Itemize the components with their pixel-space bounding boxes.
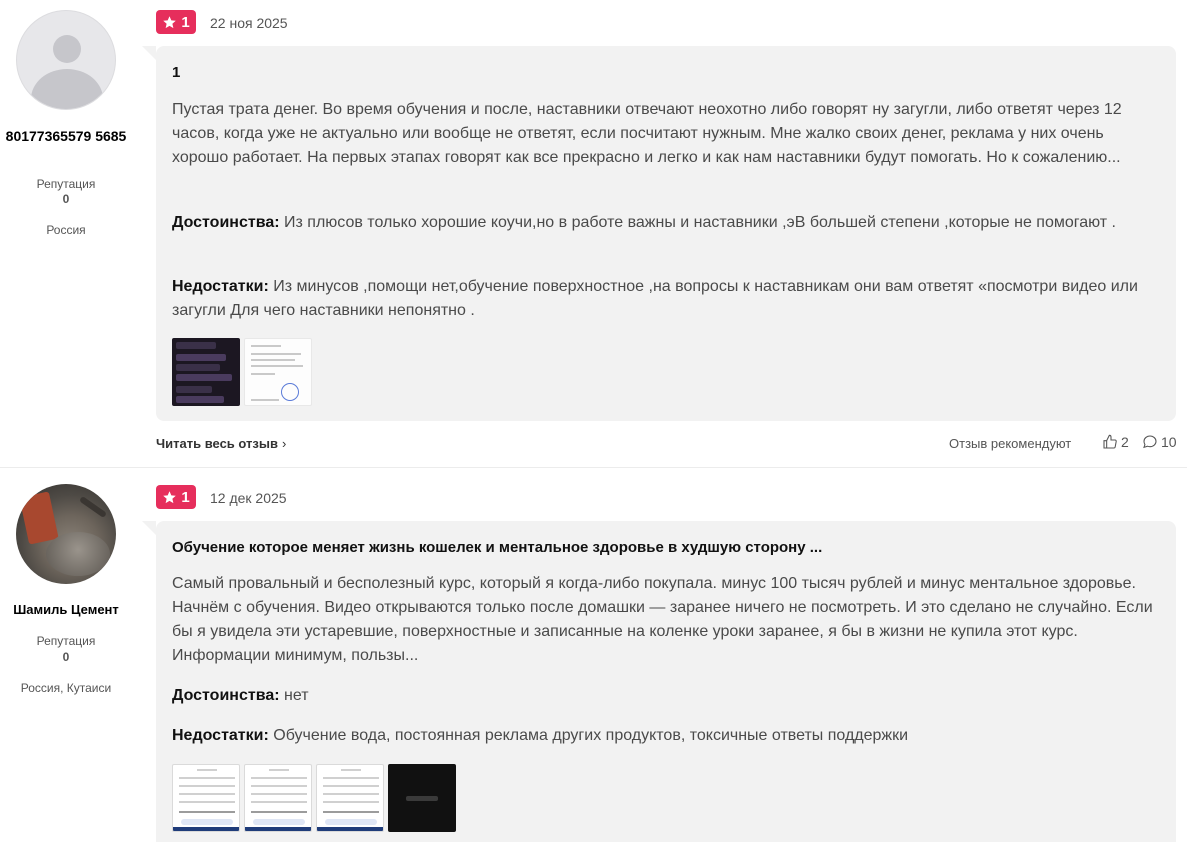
pros-text: Из плюсов только хорошие коучи,но в рабо…: [284, 214, 1116, 231]
like-button[interactable]: 2: [1102, 434, 1129, 450]
cons-text: Из минусов ,помощи нет,обучение поверхно…: [172, 278, 1138, 319]
review-title[interactable]: Обучение которое меняет жизнь кошелек и …: [172, 539, 822, 556]
avatar[interactable]: [16, 484, 116, 584]
review-card: 1 Пустая трата денег. Во время обучения …: [142, 46, 1176, 421]
review-item: 80177365579 5685 Репутация 0 Россия 1 22…: [0, 0, 1187, 467]
review-photo[interactable]: [244, 338, 312, 406]
read-full-review-link[interactable]: Читать весь отзыв ›: [156, 436, 286, 451]
recommend-label: Отзыв рекомендуют: [949, 436, 1072, 451]
review-body: Самый провальный и бесполезный курс, кот…: [172, 575, 1153, 664]
review-pros: Достоинства: Из плюсов только хорошие ко…: [172, 211, 1162, 235]
author-location: Россия: [46, 223, 86, 237]
author-location: Россия, Кутаиси: [20, 681, 112, 695]
review-card: Обучение которое меняет жизнь кошелек и …: [142, 521, 1176, 842]
reputation-label: Репутация: [36, 634, 96, 648]
cons-text: Обучение вода, постоянная реклама других…: [273, 727, 909, 744]
review-title[interactable]: 1: [172, 64, 180, 81]
cons-label: Недостатки:: [172, 727, 269, 744]
reputation-value: 0: [62, 192, 70, 206]
review-photo[interactable]: [388, 764, 456, 832]
avatar[interactable]: [16, 10, 116, 110]
chevron-right-icon: ›: [281, 436, 287, 451]
rating-badge: 1: [156, 10, 196, 34]
likes-count: 2: [1121, 434, 1129, 450]
reputation-value: 0: [62, 650, 70, 664]
review-date: 12 дек 2025: [210, 490, 287, 506]
rating-value: 1: [181, 488, 190, 506]
review-date: 22 ноя 2025: [210, 15, 288, 31]
rating-badge: 1: [156, 485, 196, 509]
cons-label: Недостатки:: [172, 278, 269, 295]
review-cons: Недостатки: Обучение вода, постоянная ре…: [172, 724, 1162, 748]
thumbs-up-icon: [1103, 434, 1117, 449]
review-item: Шамиль Цемент Репутация 0 Россия, Кутаис…: [0, 467, 1187, 842]
review-photos: [172, 338, 312, 406]
review-cons: Недостатки: Из минусов ,помощи нет,обуче…: [172, 275, 1162, 323]
pros-label: Достоинства:: [172, 214, 280, 231]
pros-text: нет: [284, 687, 309, 704]
review-photo[interactable]: [172, 338, 240, 406]
review-photos: [172, 764, 456, 832]
reputation-label: Репутация: [36, 177, 96, 191]
review-photo[interactable]: [316, 764, 384, 832]
review-body: Пустая трата денег. Во время обучения и …: [172, 101, 1122, 166]
star-icon: [163, 15, 177, 28]
comments-count: 10: [1161, 434, 1177, 450]
author-name[interactable]: 80177365579 5685: [0, 127, 132, 145]
comments-button[interactable]: 10: [1142, 434, 1177, 450]
review-photo[interactable]: [244, 764, 312, 832]
pros-label: Достоинства:: [172, 687, 280, 704]
rating-value: 1: [181, 13, 190, 31]
review-pros: Достоинства: нет: [172, 684, 1162, 708]
comment-icon: [1143, 435, 1157, 449]
star-icon: [163, 490, 177, 503]
author-name[interactable]: Шамиль Цемент: [0, 601, 132, 619]
review-photo[interactable]: [172, 764, 240, 832]
